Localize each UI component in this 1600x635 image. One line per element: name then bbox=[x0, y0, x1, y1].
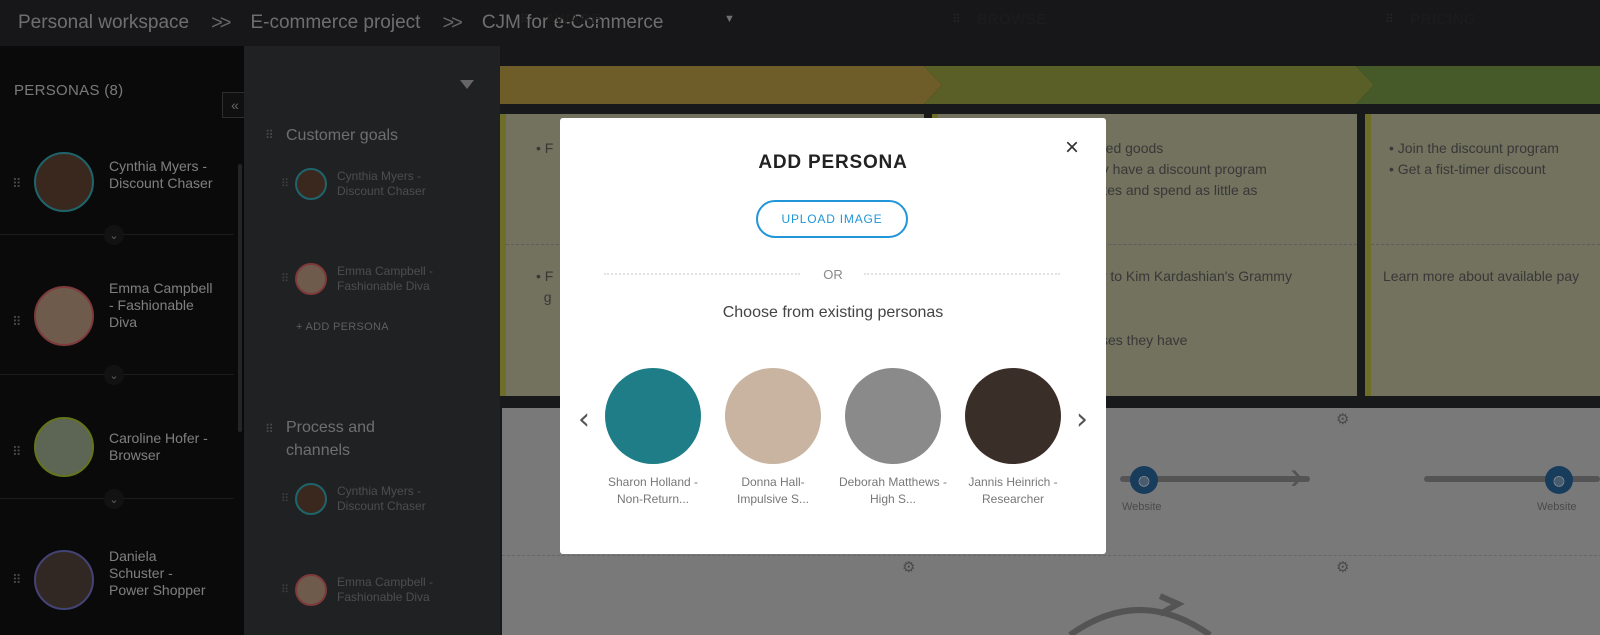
avatar[interactable] bbox=[725, 368, 821, 464]
persona-choice[interactable]: Deborah Matthews - High S... bbox=[837, 368, 949, 508]
persona-choice-name: Deborah Matthews - High S... bbox=[838, 475, 948, 506]
persona-choice[interactable]: Jannis Heinrich - Researcher bbox=[957, 368, 1069, 508]
persona-choice[interactable]: Sharon Holland - Non-Return... bbox=[597, 368, 709, 508]
chevron-left-icon[interactable]: ‹ bbox=[578, 402, 590, 437]
close-icon[interactable]: × bbox=[1060, 136, 1084, 160]
persona-choice[interactable]: Donna Hall- Impulsive S... bbox=[717, 368, 829, 508]
avatar[interactable] bbox=[605, 368, 701, 464]
chevron-right-icon[interactable]: › bbox=[1076, 402, 1088, 437]
persona-choice-name: Sharon Holland - Non-Return... bbox=[607, 475, 699, 506]
persona-choice-name: Donna Hall- Impulsive S... bbox=[736, 475, 810, 506]
add-persona-dialog: ADD PERSONA × UPLOAD IMAGE OR Choose fro… bbox=[560, 118, 1106, 554]
choose-existing-label: Choose from existing personas bbox=[722, 304, 944, 321]
avatar[interactable] bbox=[965, 368, 1061, 464]
persona-choice-name: Jannis Heinrich - Researcher bbox=[968, 475, 1058, 506]
divider bbox=[864, 273, 1060, 275]
upload-image-button[interactable]: UPLOAD IMAGE bbox=[756, 200, 908, 238]
dialog-title: ADD PERSONA bbox=[758, 152, 908, 173]
avatar[interactable] bbox=[845, 368, 941, 464]
